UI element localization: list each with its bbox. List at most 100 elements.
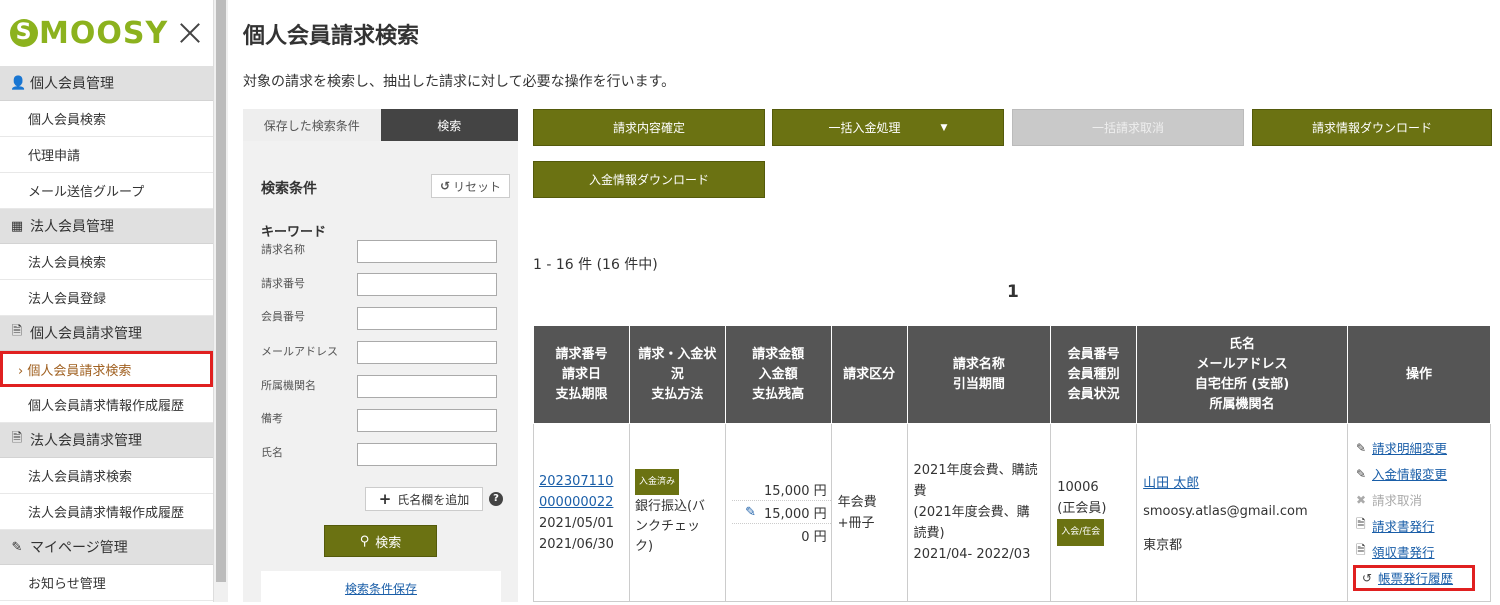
sidebar-item-mail-group[interactable]: メール送信グループ <box>0 173 213 209</box>
op-label: 請求書発行 <box>1372 519 1435 534</box>
method-line: 銀行振込(バ <box>634 498 706 514</box>
name-input[interactable] <box>357 443 497 466</box>
section-title: 法人会員管理 <box>30 219 114 235</box>
invoice-number-link[interactable]: 202307110 000000022 <box>539 471 629 513</box>
sidebar-item-corp-billing-search[interactable]: 法人会員請求検索 <box>0 458 213 494</box>
sidebar-scrollbar[interactable] <box>214 0 228 602</box>
download-invoice-button[interactable]: 請求情報ダウンロード <box>1252 109 1492 146</box>
sidebar-section-individual[interactable]: 👤 個人会員管理 <box>0 66 213 101</box>
op-issue-invoice[interactable]: 🗎 請求書発行 <box>1356 513 1490 539</box>
add-name-field-button[interactable]: + 氏名欄を追加 <box>365 487 483 511</box>
method-line: ク) <box>634 538 654 554</box>
header-line: 会員番号 <box>1067 346 1120 362</box>
method-line: ンクチェッ <box>634 518 700 534</box>
op-cancel-invoice[interactable]: ✖ 請求取消 <box>1356 487 1490 513</box>
due-date: 2021/06/30 <box>539 536 614 552</box>
header-line: 氏名 <box>1229 336 1256 352</box>
member-status-badge: 入会/在会 <box>1057 519 1105 546</box>
sidebar-item-member-search[interactable]: 個人会員検索 <box>0 101 213 137</box>
field-label-member-no: 会員番号 <box>261 310 305 323</box>
tab-search[interactable]: 検索 <box>380 109 518 141</box>
header-line: 請求区分 <box>843 366 896 382</box>
invoice-date: 2021/05/01 <box>539 515 614 531</box>
search-panel: 検索条件 ↺ リセット キーワード 請求名称 請求番号 会員番号 メールアドレス… <box>243 141 518 605</box>
close-icon[interactable] <box>179 22 201 44</box>
th-amount: 請求金額 入金額 支払残高 <box>724 325 832 424</box>
bulk-cancel-button[interactable]: 一括請求取消 <box>1012 109 1244 146</box>
op-label: 領収書発行 <box>1372 545 1435 560</box>
bulk-payment-button[interactable]: 一括入金処理 ▼ <box>772 109 1004 146</box>
section-title: 個人会員請求管理 <box>30 326 142 342</box>
sidebar-section-corporate[interactable]: ▦ 法人会員管理 <box>0 209 213 244</box>
section-title: マイページ管理 <box>30 540 128 556</box>
th-invoice-name: 請求名称 引当期間 <box>906 325 1052 424</box>
reset-button[interactable]: ↺ リセット <box>431 174 510 198</box>
member-no-input[interactable] <box>357 307 497 330</box>
main-content: 個人会員請求検索 対象の請求を検索し、抽出した請求に対して必要な操作を行います。… <box>243 0 1500 605</box>
th-operations: 操作 <box>1347 325 1491 424</box>
header-line: 引当期間 <box>952 376 1005 392</box>
op-issue-receipt[interactable]: 🗎 領収書発行 <box>1356 539 1490 565</box>
sidebar-item-corp-register[interactable]: 法人会員登録 <box>0 280 213 316</box>
sidebar-item-corp-search[interactable]: 法人会員検索 <box>0 244 213 280</box>
header-line: 請求番号 <box>555 346 608 362</box>
bulk-payment-label: 一括入金処理 <box>828 121 901 135</box>
email-input[interactable] <box>357 341 497 364</box>
sidebar-item-billing-search[interactable]: › 個人会員請求検索 <box>0 351 213 387</box>
save-conditions-link[interactable]: 検索条件保存 <box>261 571 501 605</box>
invoice-name-line: 2021年度会費、購読 <box>913 463 1038 478</box>
sidebar-item-notices[interactable]: お知らせ管理 <box>0 565 213 601</box>
sidebar-section-mypage[interactable]: ✎ マイページ管理 <box>0 530 213 565</box>
cell-member: 10006 (正会員) 入会/在会 <box>1050 423 1138 602</box>
header-line: メールアドレス <box>1196 356 1288 372</box>
cell-person: 山田 太郎 smoosy.atlas@gmail.com 東京都 <box>1136 423 1348 602</box>
sidebar-item-corp-billing-history[interactable]: 法人会員請求情報作成履歴 <box>0 494 213 530</box>
cell-category: 年会費 +冊子 <box>830 423 908 602</box>
status-badge: 入金済み <box>634 468 679 495</box>
amount-paid-row: ✎ 15,000 円 <box>731 501 831 524</box>
field-label-remarks: 備考 <box>261 412 283 425</box>
confirm-invoice-button[interactable]: 請求内容確定 <box>533 109 765 146</box>
help-icon[interactable]: ? <box>489 492 503 506</box>
category-line: 年会費 <box>837 494 877 510</box>
header-line: 請求金額 <box>752 346 805 362</box>
pencil-icon[interactable]: ✎ <box>745 505 756 520</box>
cell-invoice-name: 2021年度会費、購読 費 (2021年度会費、購 読費) 2021/04- 2… <box>906 423 1052 602</box>
invoice-name-input[interactable] <box>357 240 497 263</box>
smoosy-logo[interactable]: S MOOSY <box>10 16 168 51</box>
header-line: 自宅住所 (支部) <box>1194 376 1290 392</box>
header-line: 支払期限 <box>555 386 608 402</box>
invoice-name-line: 費 <box>913 484 927 499</box>
op-edit-invoice-detail[interactable]: ✎ 請求明細変更 <box>1356 435 1490 461</box>
amount-balance: 0 円 <box>801 530 827 545</box>
pencil-icon: ✎ <box>1356 466 1367 481</box>
pagination-page-1[interactable]: 1 <box>1007 282 1019 302</box>
header-line: 況 <box>670 366 684 382</box>
person-name-link[interactable]: 山田 太郎 <box>1143 472 1347 491</box>
sidebar-item-proxy[interactable]: 代理申請 <box>0 137 213 173</box>
invoice-no-input[interactable] <box>357 273 497 296</box>
download-payment-button[interactable]: 入金情報ダウンロード <box>533 161 765 198</box>
document-icon: 🗎 <box>11 324 23 339</box>
cell-amounts: 15,000 円 ✎ 15,000 円 0 円 <box>724 423 832 602</box>
scrollbar-thumb[interactable] <box>216 0 226 582</box>
affiliation-input[interactable] <box>357 375 497 398</box>
cross-icon: ✖ <box>1356 492 1367 507</box>
header-line: 請求名称 <box>952 356 1005 372</box>
field-label-email: メールアドレス <box>261 345 338 358</box>
sidebar-item-billing-history[interactable]: 個人会員請求情報作成履歴 <box>0 387 213 423</box>
op-form-history[interactable]: ↺ 帳票発行履歴 <box>1353 564 1475 591</box>
building-icon: ▦ <box>10 218 24 234</box>
search-button-label: 検索 <box>375 535 402 551</box>
field-label-invoice-name: 請求名称 <box>261 243 305 256</box>
remarks-input[interactable] <box>357 409 497 432</box>
field-label-invoice-no: 請求番号 <box>261 277 305 290</box>
sidebar-section-corporate-billing[interactable]: 🗎 法人会員請求管理 <box>0 423 213 458</box>
header-line: 入金額 <box>758 366 798 382</box>
member-type: (正会員) <box>1057 501 1107 516</box>
op-edit-payment[interactable]: ✎ 入金情報変更 <box>1356 461 1490 487</box>
sidebar-section-individual-billing[interactable]: 🗎 個人会員請求管理 <box>0 316 213 351</box>
header-line: 請求日 <box>561 366 601 382</box>
search-button[interactable]: ⚲ 検索 <box>324 525 437 557</box>
tab-saved-conditions[interactable]: 保存した検索条件 <box>243 109 381 141</box>
